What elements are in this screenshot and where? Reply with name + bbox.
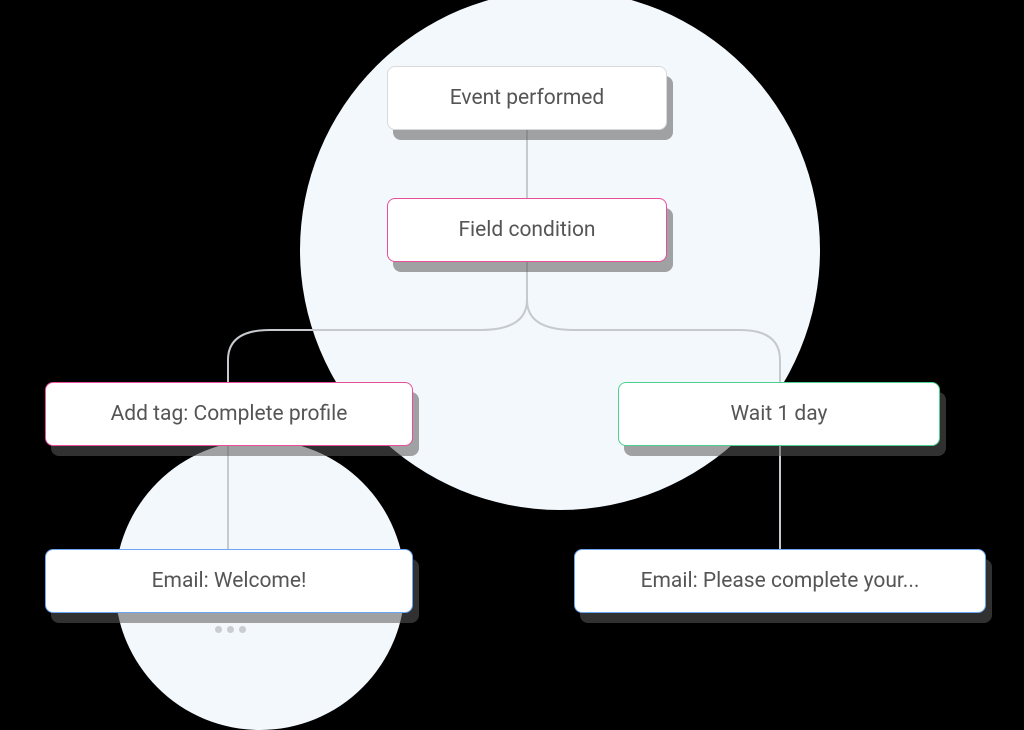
wait-label: Wait 1 day: [731, 402, 828, 426]
email-complete-node[interactable]: Email: Please complete your...: [574, 549, 986, 613]
wait-node[interactable]: Wait 1 day: [618, 382, 940, 446]
more-icon[interactable]: [215, 626, 246, 633]
condition-label: Field condition: [458, 218, 595, 242]
dot: [239, 626, 246, 633]
trigger-label: Event performed: [450, 86, 605, 110]
dot: [215, 626, 222, 633]
email-welcome-label: Email: Welcome!: [152, 569, 307, 593]
dot: [227, 626, 234, 633]
email-complete-label: Email: Please complete your...: [641, 569, 920, 593]
condition-node[interactable]: Field condition: [387, 198, 667, 262]
email-welcome-node[interactable]: Email: Welcome!: [45, 549, 413, 613]
add-tag-label: Add tag: Complete profile: [111, 402, 348, 426]
add-tag-node[interactable]: Add tag: Complete profile: [45, 382, 413, 446]
workflow-canvas: Event performed Field condition Add tag:…: [0, 0, 1024, 728]
trigger-node[interactable]: Event performed: [387, 66, 667, 130]
